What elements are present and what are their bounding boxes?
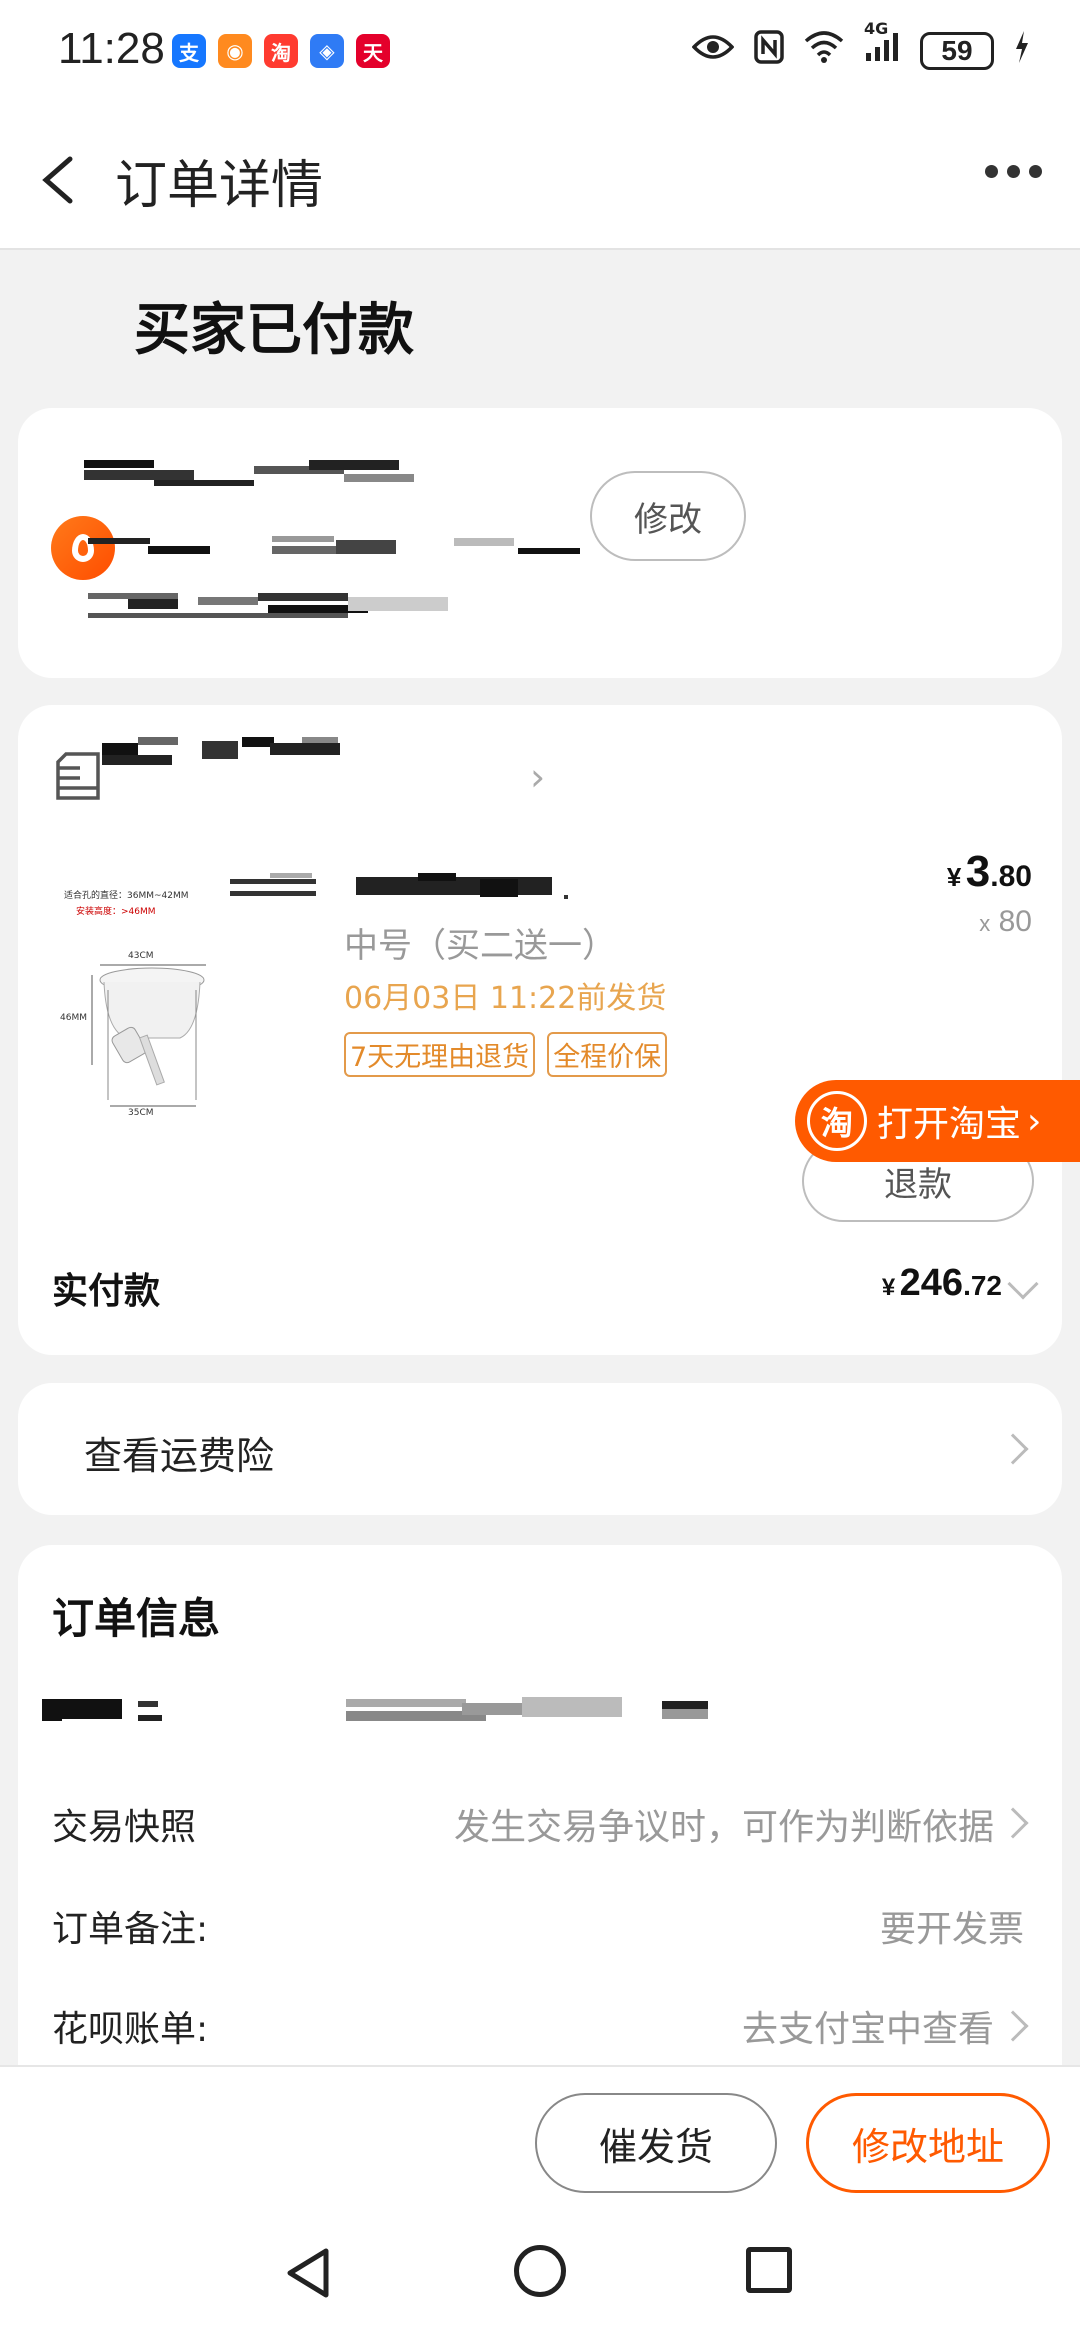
edit-address-button[interactable]: 修改地址 (806, 2093, 1050, 2193)
remark-label: 订单备注: (52, 1909, 209, 1950)
shop-icon[interactable] (54, 750, 104, 802)
product-image[interactable]: 适合孔的直径：36MM~42MM 安装高度：>46MM 43CM 46MM 35… (56, 870, 286, 1120)
back-button[interactable] (30, 145, 90, 215)
eye-icon (691, 33, 735, 68)
unit-price: ¥ 3.80 (947, 847, 1032, 897)
system-nav-bar (0, 2205, 1080, 2340)
qty-value: 80 (998, 905, 1032, 938)
bottom-action-bar: 催发货 修改地址 (0, 2065, 1080, 2205)
tmall-icon: 天 (356, 34, 390, 68)
taobao-logo-icon: 淘 (807, 1091, 867, 1151)
wifi-icon (804, 31, 844, 70)
redacted-recipient (84, 460, 514, 490)
price-decimal: .80 (990, 860, 1032, 893)
huabei-value[interactable]: 去支付宝中查看 (742, 2000, 994, 2052)
img-diameter-text: 适合孔的直径：36MM~42MM (64, 889, 189, 901)
insurance-label: 查看运费险 (84, 1434, 275, 1478)
app-orange-icon: ◉ (218, 34, 252, 68)
system-back-button[interactable] (282, 2245, 334, 2305)
order-info-card: 订单信息 交易快照 发生交易争议时，可作为判断依据 订单备注: 要开发票 花呗账… (18, 1545, 1062, 2085)
app-blue-icon: ◈ (310, 34, 344, 68)
open-taobao-label: 打开淘宝 (877, 1104, 1022, 1145)
edit-address-inline-button[interactable]: 修改 (590, 471, 746, 561)
quantity: x 80 (979, 905, 1032, 939)
nfc-icon (754, 30, 784, 71)
open-taobao-button[interactable]: 淘 打开淘宝 › (795, 1080, 1080, 1162)
shop-chevron-icon: › (530, 755, 546, 799)
img-dim-bottom: 35CM (128, 1108, 154, 1118)
chevron-right-icon (997, 1433, 1029, 1465)
product-variant: 中号（买二送一） (344, 926, 616, 966)
snapshot-value[interactable]: 发生交易争议时，可作为判断依据 (454, 1798, 994, 1850)
qty-prefix: x (979, 911, 991, 936)
more-options-button[interactable] (985, 165, 1042, 178)
top-nav-bar: 订单详情 (0, 105, 1080, 250)
img-dim-top: 43CM (128, 951, 154, 961)
redacted-phone (88, 536, 588, 560)
more-dot (985, 165, 998, 178)
redacted-shop-name[interactable] (102, 737, 342, 767)
paid-amount[interactable]: ¥ 246.72 (882, 1262, 1002, 1305)
charging-icon (1014, 31, 1030, 70)
remark-value: 要开发票 (879, 1909, 1024, 1950)
paid-decimal: .72 (963, 1270, 1002, 1301)
chevron-right-icon (997, 2010, 1029, 2042)
system-recents-button[interactable] (746, 2247, 792, 2293)
tag-price-protect: 全程价保 (547, 1032, 668, 1077)
address-card[interactable]: 修改 (18, 408, 1062, 678)
tag-return: 7天无理由退货 (344, 1032, 536, 1077)
page-title: 订单详情 (115, 156, 324, 216)
order-item-card: › 适合孔的直径：36MM~42MM 安装高度：>46MM 43CM 46MM … (18, 705, 1062, 1355)
alipay-icon: 支 (172, 34, 206, 68)
price-currency: ¥ (946, 862, 962, 892)
chevron-down-icon[interactable] (1007, 1268, 1039, 1300)
status-bar: 11:28 支 ◉ 淘 ◈ 天 4G 59 (0, 0, 1080, 105)
img-dim-left: 46MM (60, 1013, 87, 1023)
huabei-label: 花呗账单: (52, 2009, 209, 2050)
ship-deadline: 06月03日 11:22前发货 (344, 981, 667, 1016)
service-tags: 7天无理由退货 全程价保 (344, 1032, 668, 1077)
system-home-button[interactable] (514, 2245, 566, 2297)
status-time: 11:28 (58, 24, 165, 73)
paid-integer: 246 (899, 1262, 964, 1304)
more-dot (1029, 165, 1042, 178)
redacted-product-title[interactable] (230, 873, 570, 903)
notification-icons: 支 ◉ 淘 ◈ 天 (172, 34, 390, 68)
more-dot (1007, 165, 1020, 178)
signal-icon: 4G (864, 19, 900, 70)
redacted-address (88, 593, 588, 623)
urge-shipping-button[interactable]: 催发货 (535, 2093, 777, 2193)
chevron-right-icon: › (1027, 1100, 1042, 1142)
shipping-insurance-row[interactable]: 查看运费险 (18, 1383, 1062, 1515)
back-arrow-icon (42, 156, 73, 204)
battery-indicator: 59 (920, 31, 994, 70)
snapshot-label: 交易快照 (52, 1807, 197, 1848)
paid-label: 实付款 (52, 1271, 161, 1312)
paid-currency: ¥ (881, 1274, 896, 1301)
order-status: 买家已付款 (134, 298, 414, 363)
img-height-text: 安装高度：>46MM (76, 905, 156, 917)
triangle-back-icon (287, 2248, 329, 2298)
taobao-icon: 淘 (264, 34, 298, 68)
order-info-title: 订单信息 (52, 1594, 221, 1643)
redacted-order-number (42, 1695, 1042, 1729)
network-type: 4G (864, 19, 889, 38)
chevron-right-icon (997, 1807, 1029, 1839)
price-integer: 3 (965, 847, 991, 896)
status-indicators: 4G 59 (691, 19, 1030, 71)
